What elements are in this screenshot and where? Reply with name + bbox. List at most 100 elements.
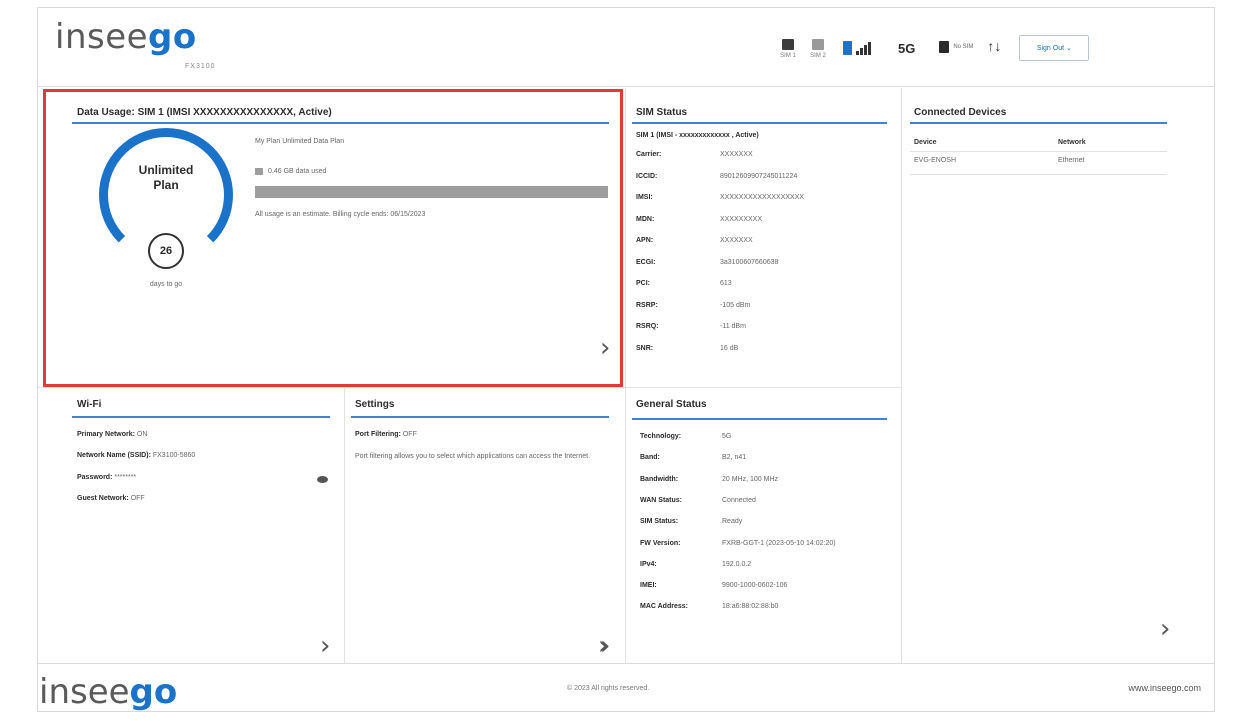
sim-status-label: ICCID: [636, 172, 658, 180]
wifi-ssid: Network Name (SSID): FX3100-5860 [77, 452, 196, 459]
general-status-row: WAN Status: Connected [640, 497, 756, 504]
general-status-label: Band: [640, 454, 660, 462]
general-status-value: Ready [722, 518, 743, 526]
sim-status-value: -105 dBm [720, 301, 751, 309]
data-usage-chevron-icon[interactable]: › [600, 333, 610, 363]
column-header-device: Device [914, 139, 937, 146]
sim-2-icon[interactable]: SIM 2 [807, 35, 829, 59]
sim-status-row: PCI: 613 [636, 280, 732, 287]
divider [901, 88, 902, 663]
general-status-row: IPv4: 192.0.0.2 [640, 561, 751, 568]
sim-status-label: RSRP: [636, 301, 658, 309]
sim-status-subtitle: SIM 1 (IMSI - xxxxxxxxxxxxx , Active) [636, 132, 759, 139]
billing-note: All usage is an estimate. Billing cycle … [255, 211, 426, 218]
general-status-label: MAC Address: [640, 603, 688, 611]
sim-status-label: MDN: [636, 215, 655, 223]
status-bar: SIM 1 SIM 2 5G No SIM ↑↓ Sign Out ⌄ [777, 35, 1090, 69]
device-name: EVG-ENOSH [914, 157, 957, 164]
copyright-text: © 2023 All rights reserved. [567, 685, 650, 692]
sim-1-icon[interactable]: SIM 1 [777, 35, 799, 59]
port-filtering: Port Filtering: OFF [355, 431, 417, 438]
footer: inseego © 2023 All rights reserved. www.… [37, 663, 1215, 712]
data-used-text: 0.46 GB data used [268, 168, 327, 175]
signal-strength-icon [843, 35, 872, 55]
panel-underline [72, 416, 330, 418]
general-status-row: Technology: 5G [640, 433, 731, 440]
general-status-title: General Status [636, 399, 707, 410]
sim-status-row: APN: XXXXXXX [636, 237, 753, 244]
general-status-value: 192.0.0.2 [722, 560, 752, 568]
network-type: 5G [898, 41, 916, 56]
port-filtering-description: Port filtering allows you to select whic… [355, 453, 591, 460]
wifi-primary-network: Primary Network: ON [77, 431, 148, 438]
sim-slot-indicator: No SIM [939, 41, 973, 53]
sim-status-row: ICCID: 89012609907245011224 [636, 173, 797, 180]
website-link[interactable]: www.inseego.com [1128, 683, 1201, 693]
column-header-network: Network [1058, 139, 1086, 146]
general-status-label: FW Version: [640, 539, 681, 547]
sim-status-value: XXXXXXXXX [720, 215, 763, 223]
inseego-logo: inseego [55, 17, 197, 57]
sim-status-label: IMSI: [636, 194, 653, 201]
device-network: Ethernet [1058, 157, 1085, 164]
divider [344, 388, 345, 663]
sim-status-value: 16 dB [720, 344, 739, 352]
sim-status-label: PCI: [636, 280, 650, 287]
general-status-value: 20 MHz, 100 MHz [722, 475, 779, 483]
wifi-chevron-icon[interactable]: › [320, 631, 330, 661]
settings-title: Settings [355, 399, 395, 410]
sim-status-value: XXXXXXX [720, 151, 753, 158]
wifi-password: Password: ******** [77, 474, 137, 481]
header: inseego FX3100 SIM 1 SIM 2 5G No SIM ↑↓ … [37, 7, 1215, 87]
general-status-label: WAN Status: [640, 496, 682, 504]
plan-name: My Plan Unlimited Data Plan [255, 138, 345, 145]
panel-underline [72, 122, 609, 124]
device-model: FX3100 [185, 63, 216, 70]
panel-underline [632, 418, 887, 420]
sim-status-label: APN: [636, 237, 654, 244]
gauge-label: Unlimited Plan [138, 163, 194, 192]
general-status-row: FW Version: FXRB-GGT-1 (2023-05-10 14:02:… [640, 540, 836, 547]
sim-status-label: ECGI: [636, 258, 656, 266]
sim-status-label: RSRQ: [636, 323, 659, 330]
sim-status-label: SNR: [636, 344, 654, 352]
general-status-label: SIM Status: [640, 518, 679, 526]
footer-inseego-logo[interactable]: inseego [39, 672, 177, 712]
general-status-value: 9900-1000-0602-106 [722, 582, 788, 590]
connected-devices-chevron-icon[interactable]: › [1160, 614, 1170, 644]
sim-status-value: 3a3100607660638 [720, 258, 779, 266]
chevron-down-icon: ⌄ [1066, 45, 1072, 52]
general-status-label: IMEI: [640, 582, 657, 590]
general-status-row: IMEI: 9900-1000-0602-106 [640, 582, 787, 589]
general-status-value: 5G [722, 433, 732, 440]
sign-out-button[interactable]: Sign Out ⌄ [1019, 35, 1090, 61]
general-status-row: SIM Status: Ready [640, 518, 742, 525]
sim-status-value: 89012609907245011224 [720, 172, 798, 180]
general-status-label: IPv4: [640, 560, 657, 568]
connected-devices-title: Connected Devices [914, 107, 1007, 118]
sim-status-row: IMSI: XXXXXXXXXXXXXXXXXX [636, 194, 804, 201]
sim-status-value: XXXXXXX [720, 237, 753, 244]
sim-status-row: SNR: 16 dB [636, 345, 738, 352]
panel-underline [910, 122, 1167, 124]
legend-swatch [255, 168, 263, 175]
table-divider [910, 174, 1167, 175]
sim-status-row: RSRQ: -11 dBm [636, 323, 746, 330]
general-status-value: FXRB-GGT-1 (2023-05-10 14:02:20) [722, 539, 836, 547]
general-status-value: Connected [722, 496, 756, 504]
days-left-badge: 26 [148, 233, 184, 269]
wifi-title: Wi-Fi [77, 399, 102, 410]
sim-card-icon [939, 41, 950, 53]
sim-status-value: -11 dBm [720, 323, 746, 330]
general-status-label: Technology: [640, 433, 682, 440]
general-status-row: MAC Address: 18:a6:88:02:88:b0 [640, 603, 778, 610]
general-status-row: Band: B2, n41 [640, 454, 746, 461]
data-transfer-icon: ↑↓ [987, 38, 1002, 54]
sim-status-row: Carrier: XXXXXXX [636, 151, 753, 158]
data-usage-title: Data Usage: SIM 1 (IMSI XXXXXXXXXXXXXXX,… [77, 107, 332, 118]
general-status-value: 18:a6:88:02:88:b0 [722, 603, 779, 611]
show-password-eye-icon[interactable] [317, 476, 328, 483]
general-status-chevron-icon[interactable]: › [600, 631, 610, 661]
sim-status-value: XXXXXXXXXXXXXXXXXX [720, 194, 805, 201]
wifi-guest-network: Guest Network: OFF [77, 495, 145, 502]
